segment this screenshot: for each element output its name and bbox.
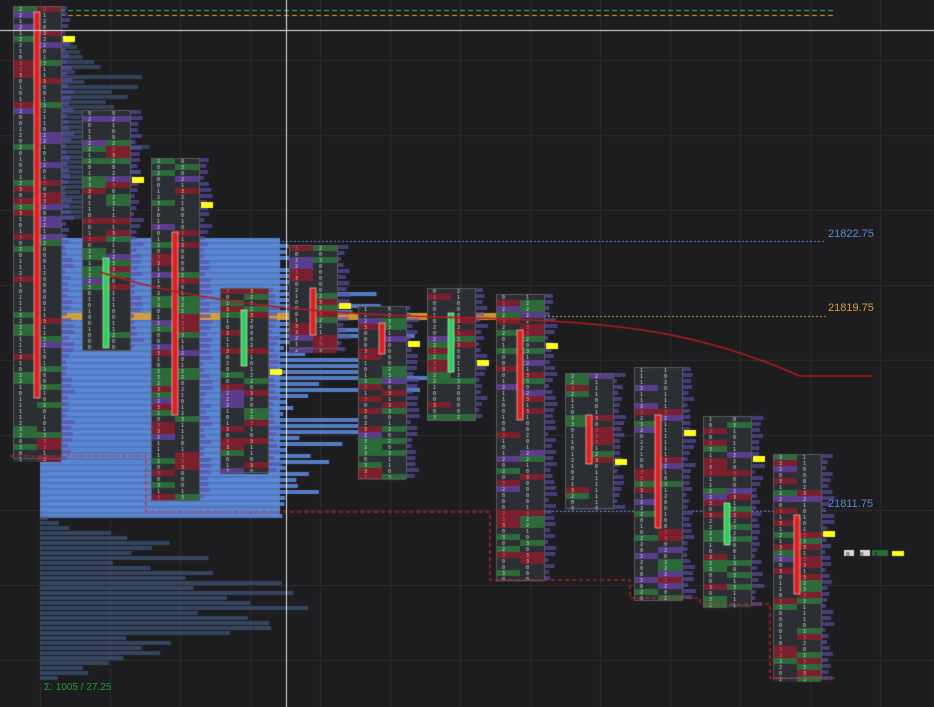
volume-summary: Σ: 1005 / 27.25 xyxy=(44,682,112,693)
footprint-chart-canvas[interactable] xyxy=(0,0,934,707)
price-label-lower: 21811.75 xyxy=(828,498,874,510)
price-label-poc: 21819.75 xyxy=(828,302,874,314)
price-label-upper: 21822.75 xyxy=(828,228,874,240)
